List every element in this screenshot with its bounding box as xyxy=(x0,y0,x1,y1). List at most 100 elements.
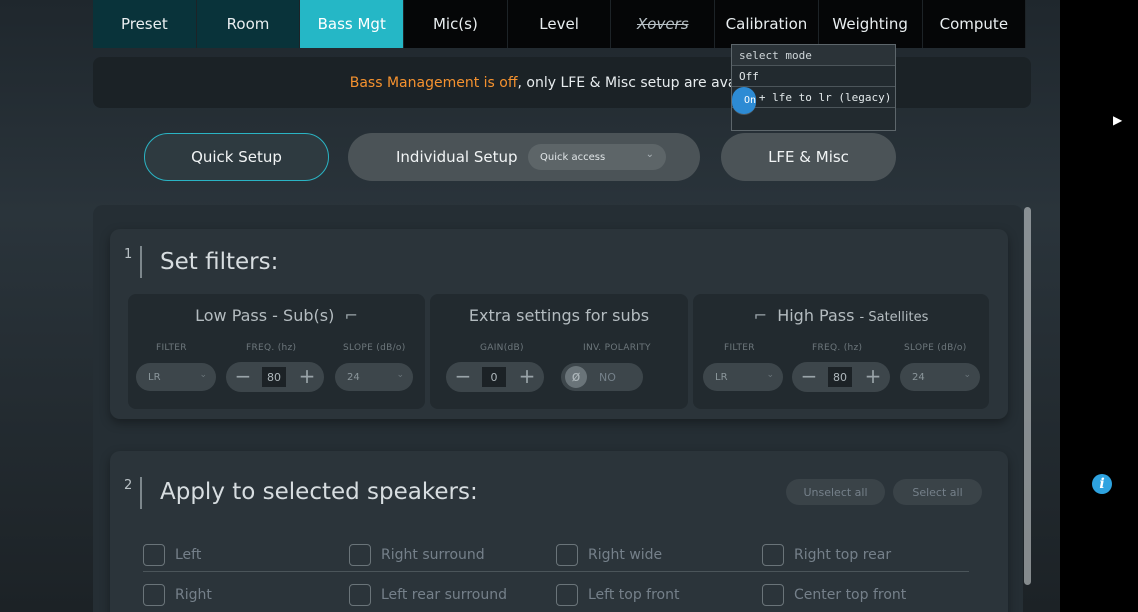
plus-icon[interactable]: + xyxy=(860,364,886,388)
filter-value: LR xyxy=(148,371,161,383)
minus-icon[interactable]: − xyxy=(450,364,476,388)
high-pass-group: ⌐ High Pass - Satellites FILTER FREQ. (h… xyxy=(693,294,989,409)
gain-value[interactable]: 0 xyxy=(482,367,506,387)
speaker-label: Right top rear xyxy=(794,547,892,563)
low-pass-group: Low Pass - Sub(s) ⌐ FILTER FREQ. (hz) SL… xyxy=(128,294,425,409)
quick-setup-button[interactable]: Quick Setup xyxy=(144,133,329,181)
checkbox[interactable] xyxy=(143,544,165,566)
speaker-checkbox-right-top-rear[interactable]: Right top rear xyxy=(762,544,891,566)
speaker-checkbox-center-top-front[interactable]: Center top front xyxy=(762,584,906,606)
polarity-icon: ø xyxy=(565,366,587,388)
filter-label: FILTER xyxy=(156,343,187,353)
slope-value: 24 xyxy=(347,371,360,383)
speaker-label: Right wide xyxy=(588,547,663,563)
checkbox[interactable] xyxy=(556,584,578,606)
inv-polarity-toggle[interactable]: ø NO xyxy=(561,363,643,391)
speaker-checkbox-right-wide[interactable]: Right wide xyxy=(556,544,662,566)
notice-highlight: Bass Management is off xyxy=(349,74,518,91)
dropdown-option-on-lfe-legacy[interactable]: On + lfe to lr (legacy) xyxy=(732,87,895,108)
tab-room[interactable]: Room xyxy=(196,0,301,48)
freq-value[interactable]: 80 xyxy=(262,367,286,387)
tab-weighting[interactable]: Weighting xyxy=(818,0,923,48)
tab-preset[interactable]: Preset xyxy=(93,0,197,48)
high-pass-freq-stepper[interactable]: − 80 + xyxy=(792,362,890,392)
speaker-label: Left xyxy=(175,547,202,563)
freq-label: FREQ. (hz) xyxy=(812,343,863,353)
dropdown-option-on[interactable]: On xyxy=(732,87,757,115)
high-pass-filter-select[interactable]: LR ⌄ xyxy=(703,363,783,391)
speaker-label: Left rear surround xyxy=(381,587,507,603)
low-pass-freq-stepper[interactable]: − 80 + xyxy=(226,362,324,392)
tab-xovers[interactable]: Xovers xyxy=(611,0,716,48)
inv-polarity-label: INV. POLARITY xyxy=(583,343,651,353)
step-divider xyxy=(140,477,142,509)
high-pass-slope-select[interactable]: 24 ⌄ xyxy=(900,363,980,391)
speaker-label: Right surround xyxy=(381,547,485,563)
lfe-misc-button[interactable]: LFE & Misc xyxy=(721,133,896,181)
extra-settings-title: Extra settings for subs xyxy=(468,306,650,325)
quick-access-select[interactable]: Quick access ⌄ xyxy=(528,144,666,170)
speaker-checkbox-left-rear-surround[interactable]: Left rear surround xyxy=(349,584,507,606)
dropdown-option-off[interactable]: Off xyxy=(732,66,895,87)
checkbox[interactable] xyxy=(762,584,784,606)
plus-icon[interactable]: + xyxy=(294,364,320,388)
checkbox[interactable] xyxy=(349,584,371,606)
select-all-label: Select all xyxy=(912,485,963,499)
step-divider xyxy=(140,246,142,278)
speaker-checkbox-left[interactable]: Left xyxy=(143,544,201,566)
low-pass-curve-icon: ⌐ xyxy=(339,306,358,325)
info-icon[interactable]: i xyxy=(1092,474,1112,494)
chevron-down-icon: ⌄ xyxy=(963,370,971,380)
individual-setup-button[interactable]: Individual Setup Quick access ⌄ xyxy=(348,133,700,181)
low-pass-filter-select[interactable]: LR ⌄ xyxy=(136,363,216,391)
slope-value: 24 xyxy=(912,371,925,383)
low-pass-title: Low Pass - Sub(s) ⌐ xyxy=(128,306,425,325)
quick-setup-label: Quick Setup xyxy=(191,148,282,166)
select-all-button[interactable]: Select all xyxy=(893,479,982,505)
chevron-down-icon: ⌄ xyxy=(766,370,774,380)
high-pass-subtitle: - Satellites xyxy=(859,310,929,325)
checkbox[interactable] xyxy=(556,544,578,566)
checkbox[interactable] xyxy=(762,544,784,566)
dropdown-header: select mode xyxy=(732,45,895,66)
scrollbar[interactable] xyxy=(1024,207,1031,585)
chevron-down-icon: ⌄ xyxy=(645,149,654,160)
pointer-cursor-icon: ▶ xyxy=(1113,113,1123,127)
freq-label: FREQ. (hz) xyxy=(246,343,297,353)
speaker-label: Right xyxy=(175,587,212,603)
filter-label: FILTER xyxy=(724,343,755,353)
chevron-down-icon: ⌄ xyxy=(199,370,207,380)
step-number: 2 xyxy=(124,478,133,493)
speaker-checkbox-right-surround[interactable]: Right surround xyxy=(349,544,485,566)
low-pass-slope-select[interactable]: 24 ⌄ xyxy=(335,363,413,391)
individual-setup-label: Individual Setup xyxy=(396,148,518,166)
bass-mode-dropdown[interactable]: select mode Off On On + lfe to lr (legac… xyxy=(731,44,896,131)
gain-stepper[interactable]: − 0 + xyxy=(446,362,544,392)
polarity-value: NO xyxy=(599,370,616,384)
tab-level[interactable]: Level xyxy=(507,0,612,48)
high-pass-title: ⌐ High Pass - Satellites xyxy=(693,306,989,325)
unselect-all-button[interactable]: Unselect all xyxy=(786,479,885,505)
speaker-checkbox-right[interactable]: Right xyxy=(143,584,212,606)
checkbox[interactable] xyxy=(349,544,371,566)
tab-calibration[interactable]: Calibration xyxy=(715,0,819,48)
speaker-checkbox-left-top-front[interactable]: Left top front xyxy=(556,584,680,606)
plus-icon[interactable]: + xyxy=(514,364,540,388)
speaker-label: Left top front xyxy=(588,587,680,603)
extra-settings-group: Extra settings for subs GAIN(dB) INV. PO… xyxy=(430,294,688,409)
quick-access-label: Quick access xyxy=(540,151,606,163)
minus-icon[interactable]: − xyxy=(796,364,822,388)
main-tab-bar: Preset Room Bass Mgt Mic(s) Level Xovers… xyxy=(93,0,1027,48)
step-title: Apply to selected speakers: xyxy=(160,479,478,505)
divider xyxy=(143,571,969,572)
freq-value[interactable]: 80 xyxy=(828,367,852,387)
minus-icon[interactable]: − xyxy=(230,364,256,388)
checkbox[interactable] xyxy=(143,584,165,606)
low-pass-title-text: Low Pass - Sub(s) xyxy=(195,306,335,325)
tab-mics[interactable]: Mic(s) xyxy=(404,0,508,48)
filter-value: LR xyxy=(715,371,728,383)
tab-compute[interactable]: Compute xyxy=(922,0,1027,48)
step-title: Set filters: xyxy=(160,249,279,275)
tab-bass-mgt[interactable]: Bass Mgt xyxy=(300,0,405,48)
slope-label: SLOPE (dB/o) xyxy=(904,343,967,353)
